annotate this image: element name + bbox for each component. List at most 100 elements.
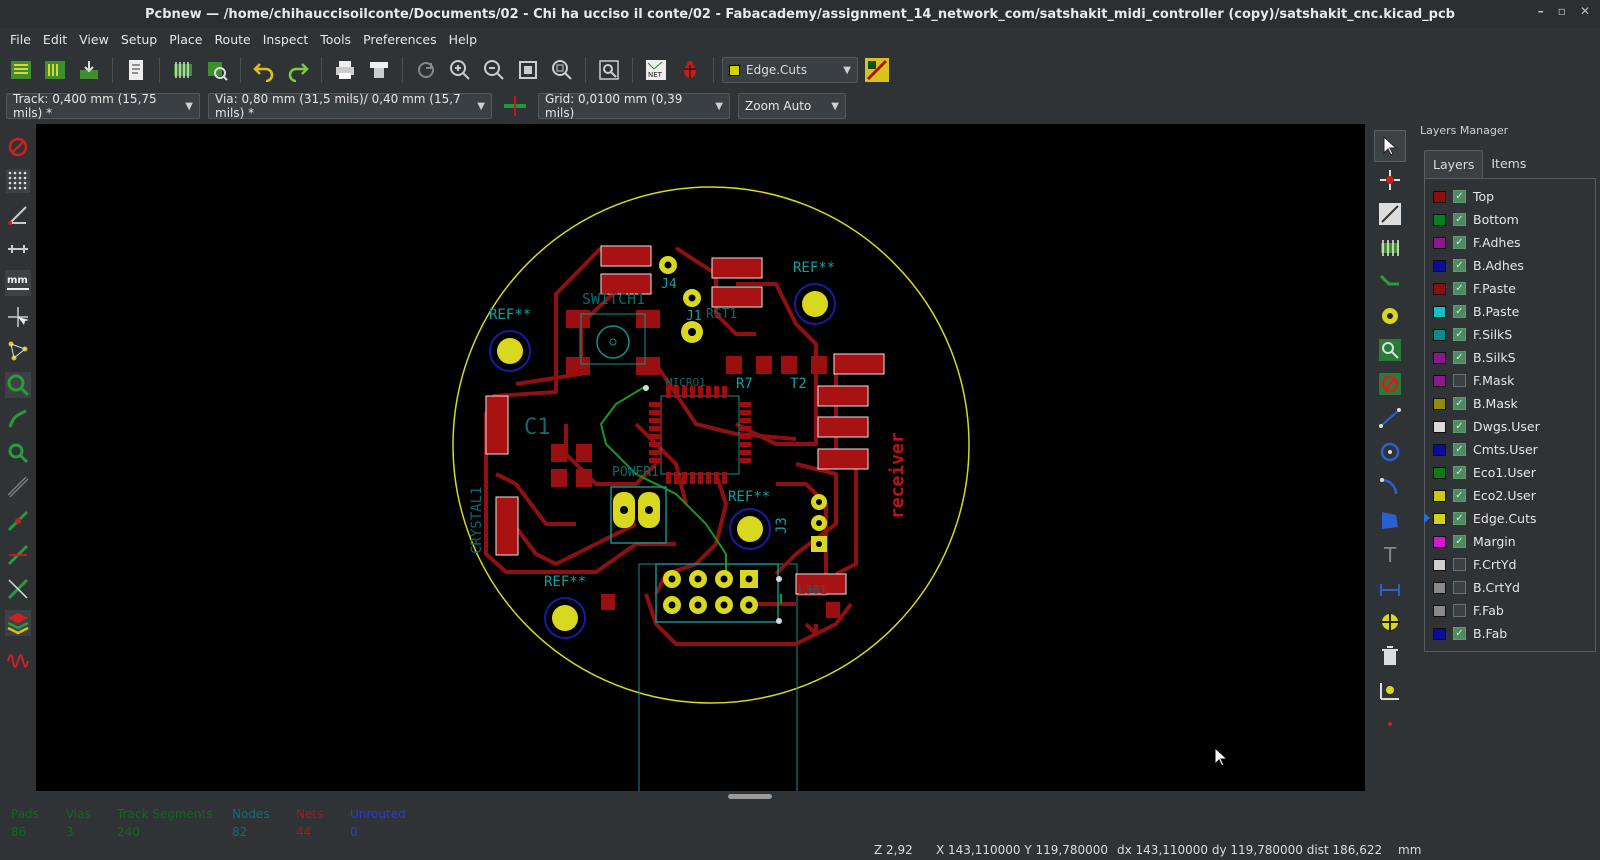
auto-track-width-icon[interactable] [500,91,530,121]
zoom-selection-icon[interactable] [547,55,577,85]
target-icon[interactable] [1374,606,1406,638]
show-pads-icon[interactable] [3,370,33,400]
layer-color-swatch[interactable] [1433,604,1446,617]
draw-line-icon[interactable] [1374,402,1406,434]
inch-units-icon[interactable] [3,234,33,264]
layer-row[interactable]: ✓ Edge.Cuts [1424,507,1595,530]
highlight-net-icon[interactable] [1374,164,1406,196]
footprint-browser-icon[interactable] [202,55,232,85]
layer-color-swatch[interactable] [1433,489,1446,502]
layer-visibility-checkbox[interactable] [1453,604,1466,617]
layer-color-swatch[interactable] [1433,374,1446,387]
zoom-fit-icon[interactable] [513,55,543,85]
layer-visibility-checkbox[interactable] [1453,374,1466,387]
layer-visibility-checkbox[interactable]: ✓ [1453,397,1466,410]
layer-visibility-checkbox[interactable] [1453,558,1466,571]
print-icon[interactable] [330,55,360,85]
layer-row[interactable]: ✓ B.Mask [1425,392,1595,415]
menu-edit[interactable]: Edit [37,32,73,47]
grid-origin-icon[interactable] [1374,708,1406,740]
layer-color-swatch[interactable] [1433,351,1446,364]
drill-origin-icon[interactable] [1374,674,1406,706]
undo-icon[interactable] [249,55,279,85]
layer-visibility-checkbox[interactable] [1453,581,1466,594]
track-outline-icon[interactable] [3,472,33,502]
mm-units-icon[interactable]: mm [3,268,33,298]
via-display-icon[interactable] [3,540,33,570]
layer-row[interactable]: ✓ Eco1.User [1425,461,1595,484]
net-highlight-icon[interactable] [3,574,33,604]
layer-color-swatch[interactable] [1433,535,1446,548]
pcb-canvas[interactable]: REF** REF** REF** REF** SWITCH1 RST1 J1 … [36,124,1365,791]
new-board-icon[interactable] [6,55,36,85]
layer-color-swatch[interactable] [1433,443,1446,456]
add-keepout-icon[interactable] [1374,368,1406,400]
layer-color-swatch[interactable] [1433,420,1446,433]
layers-manager-toggle-icon[interactable] [3,608,33,638]
layer-visibility-checkbox[interactable]: ✓ [1453,627,1466,640]
layer-row[interactable]: ✓ Eco2.User [1425,484,1595,507]
layer-visibility-checkbox[interactable]: ✓ [1453,236,1466,249]
redraw-icon[interactable] [411,55,441,85]
netlist-icon[interactable]: NET [641,55,671,85]
layer-row[interactable]: ✓ Top [1425,185,1595,208]
menu-setup[interactable]: Setup [115,32,163,47]
page-settings-icon[interactable] [121,55,151,85]
high-contrast-icon[interactable] [3,506,33,536]
layer-visibility-checkbox[interactable]: ✓ [1453,190,1466,203]
layer-color-swatch[interactable] [1433,581,1446,594]
layer-row[interactable]: ✓ F.SilkS [1425,323,1595,346]
close-icon[interactable]: ✕ [1580,4,1590,18]
horizontal-scrollbar[interactable] [36,791,1365,801]
layer-color-swatch[interactable] [1433,190,1446,203]
tab-items[interactable]: Items [1483,150,1534,178]
layer-color-swatch[interactable] [1433,328,1446,341]
layer-color-swatch[interactable] [1433,236,1446,249]
layer-visibility-checkbox[interactable]: ✓ [1453,213,1466,226]
microwave-tools-icon[interactable] [3,642,33,672]
plot-icon[interactable] [364,55,394,85]
layer-row[interactable]: ✓ B.Fab [1425,622,1595,645]
drc-off-icon[interactable] [3,132,33,162]
polar-coords-icon[interactable] [3,200,33,230]
layer-row[interactable]: ✓ B.Paste [1425,300,1595,323]
layer-color-swatch[interactable] [1433,512,1446,525]
layer-pair-icon[interactable] [862,55,892,85]
layer-visibility-checkbox[interactable]: ✓ [1453,259,1466,272]
layer-row[interactable]: F.CrtYd [1425,553,1595,576]
layer-visibility-checkbox[interactable]: ✓ [1453,305,1466,318]
layer-visibility-checkbox[interactable]: ✓ [1453,443,1466,456]
layer-row[interactable]: ✓ F.Adhes [1425,231,1595,254]
open-board-icon[interactable] [40,55,70,85]
layer-color-swatch[interactable] [1433,305,1446,318]
layer-visibility-checkbox[interactable]: ✓ [1453,282,1466,295]
add-via-icon[interactable] [1374,300,1406,332]
save-icon[interactable] [74,55,104,85]
menu-file[interactable]: File [4,32,37,47]
layer-row[interactable]: ✓ F.Paste [1425,277,1595,300]
footprint-editor-icon[interactable] [168,55,198,85]
layer-visibility-checkbox[interactable]: ✓ [1453,489,1466,502]
add-dimension-icon[interactable] [1374,572,1406,604]
drc-bug-icon[interactable] [675,55,705,85]
delete-icon[interactable] [1374,640,1406,672]
menu-place[interactable]: Place [163,32,208,47]
layer-row[interactable]: ✓ Margin [1425,530,1595,553]
grid-dropdown[interactable]: Grid: 0,0100 mm (0,39 mils) ▼ [538,92,730,120]
draw-circle-icon[interactable] [1374,436,1406,468]
find-icon[interactable] [594,55,624,85]
menu-help[interactable]: Help [443,32,484,47]
add-footprint-icon[interactable] [1374,232,1406,264]
layer-row[interactable]: ✓ Dwgs.User [1425,415,1595,438]
scrollbar-thumb[interactable] [728,794,772,799]
layer-color-swatch[interactable] [1433,627,1446,640]
redo-icon[interactable] [283,55,313,85]
layer-visibility-checkbox[interactable]: ✓ [1453,535,1466,548]
minimize-icon[interactable]: – [1538,4,1544,18]
layer-color-swatch[interactable] [1433,213,1446,226]
layer-visibility-checkbox[interactable]: ✓ [1453,351,1466,364]
grid-toggle-icon[interactable] [3,166,33,196]
select-tool-icon[interactable] [1374,130,1406,162]
menu-preferences[interactable]: Preferences [357,32,443,47]
layer-visibility-checkbox[interactable]: ✓ [1453,466,1466,479]
